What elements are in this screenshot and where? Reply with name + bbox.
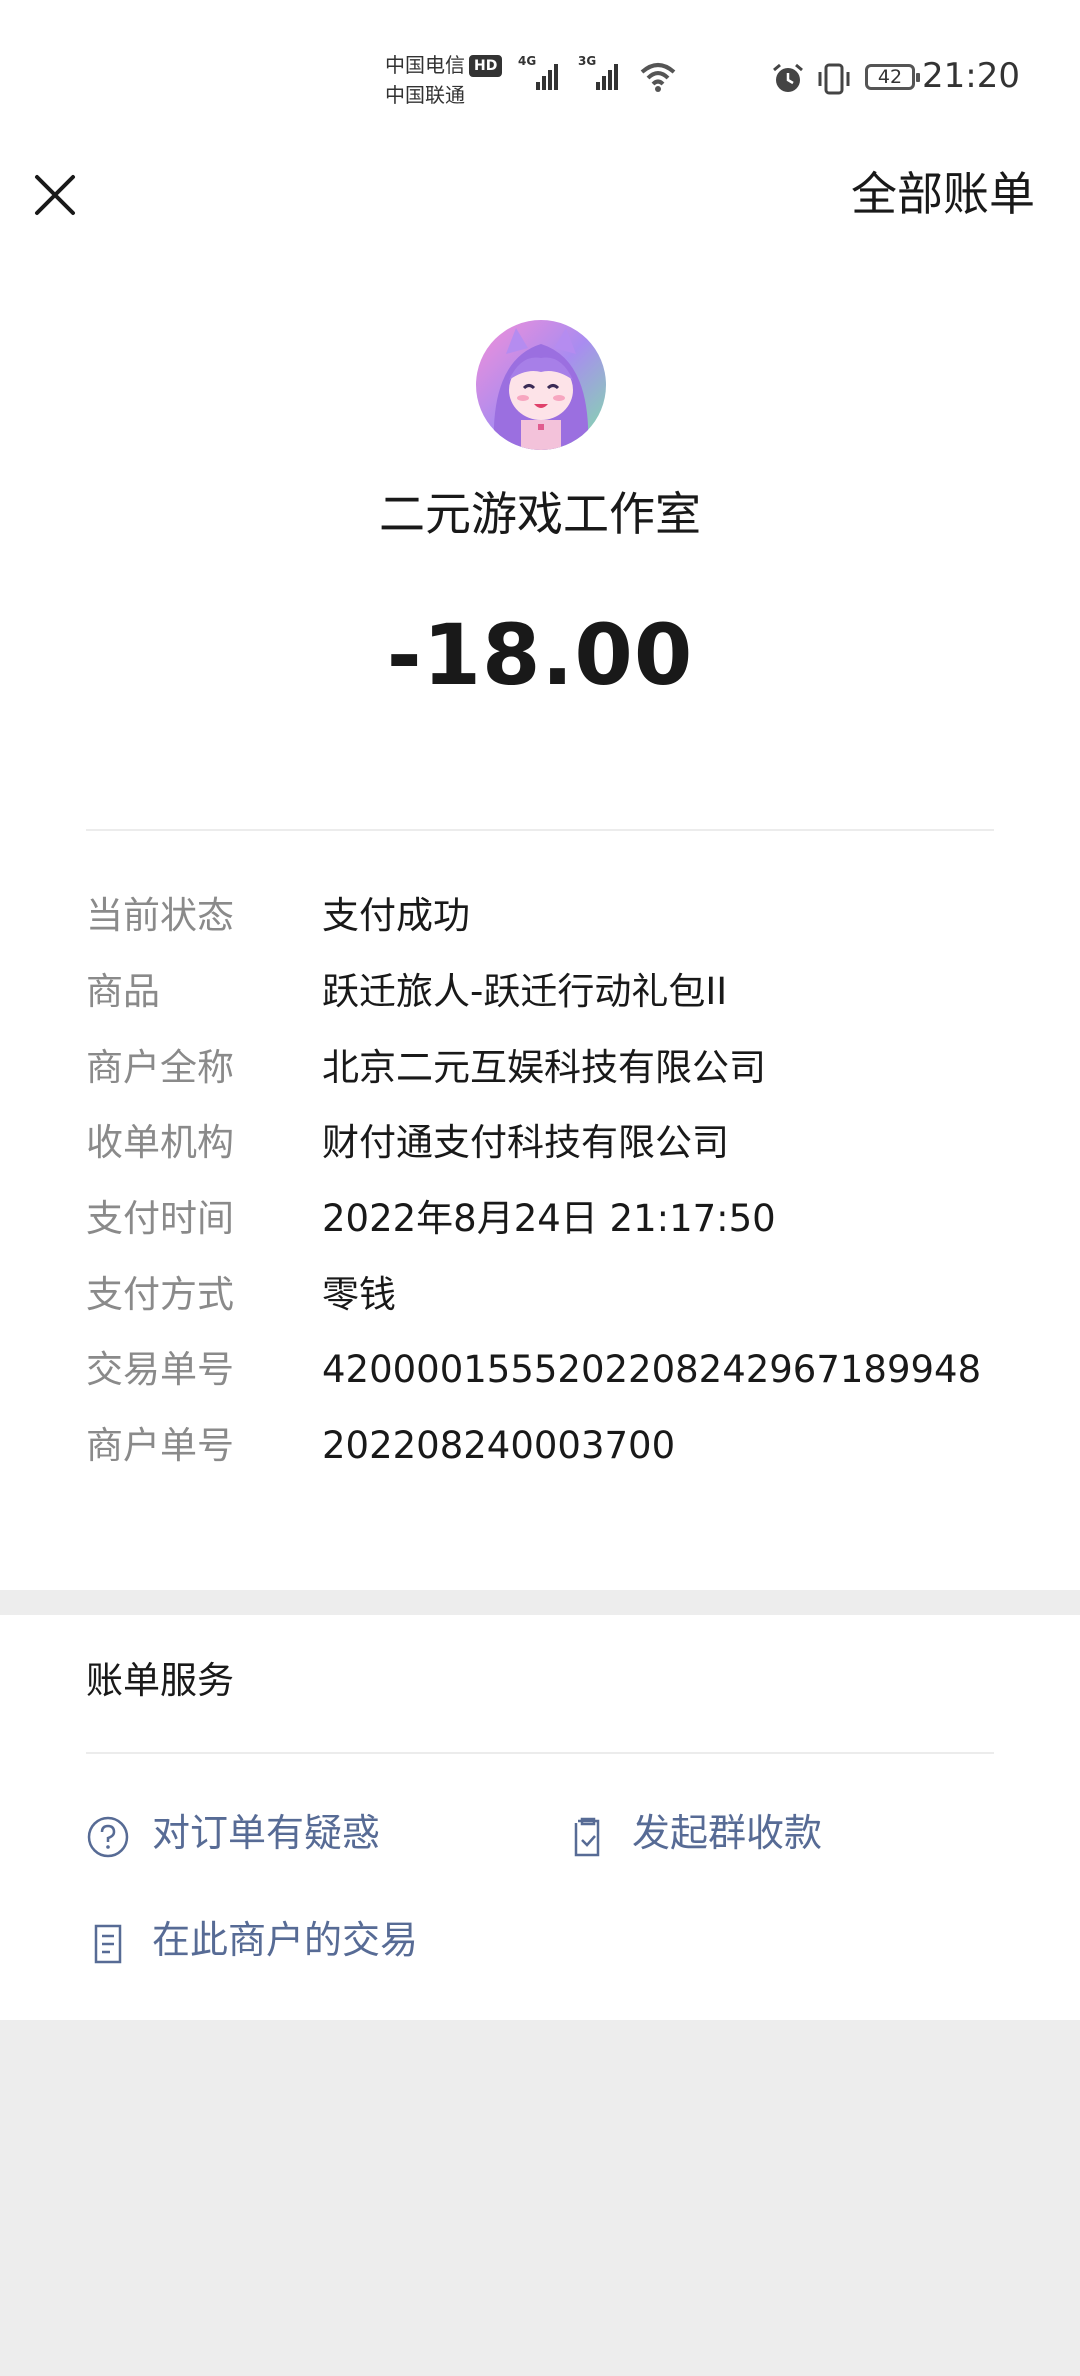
detail-row-pay-time: 支付时间 2022年8月24日 21:17:50 — [86, 1189, 1036, 1249]
merchant-avatar — [476, 320, 606, 450]
question-icon — [87, 1816, 129, 1858]
hd-badge: HD — [469, 55, 503, 77]
detail-value: 北京二元互娱科技有限公司 — [322, 1046, 766, 1089]
detail-label: 商户单号 — [86, 1424, 234, 1467]
divider — [86, 1752, 994, 1754]
battery-icon: 42 — [865, 64, 920, 90]
detail-label: 支付时间 — [86, 1197, 234, 1240]
alarm-icon — [773, 63, 803, 92]
detail-value: 支付成功 — [322, 894, 470, 937]
order-question-label: 对订单有疑惑 — [152, 1811, 381, 1855]
detail-label: 支付方式 — [86, 1273, 234, 1316]
group-collect-label: 发起群收款 — [632, 1811, 823, 1855]
bill-services: 账单服务 对订单有疑惑 发起群收款 在此商户的交易 — [0, 1615, 1080, 2020]
merchant-trades-label: 在此商户的交易 — [152, 1918, 419, 1962]
divider — [86, 829, 994, 831]
clock: 21:20 — [922, 56, 1020, 96]
nav-bar: 全部账单 — [0, 150, 1080, 260]
payment-amount: -18.00 — [386, 606, 694, 704]
detail-label: 交易单号 — [86, 1348, 234, 1391]
signal-icon-1: 4G — [518, 54, 568, 98]
detail-label: 商品 — [86, 970, 160, 1013]
network-type-1: 4G — [518, 54, 537, 68]
detail-row-product: 商品 跃迁旅人-跃迁行动礼包II — [86, 962, 1036, 1022]
document-icon — [94, 1924, 122, 1964]
close-icon[interactable] — [30, 170, 80, 220]
detail-row-merchant-order-id: 商户单号 202208240003700 — [86, 1416, 1036, 1476]
detail-value[interactable]: 4200001555202208242967189948 — [322, 1340, 981, 1400]
detail-label: 商户全称 — [86, 1046, 234, 1089]
status-bar: 中国电信 HD 中国联通 4G 3G 42 21:20 — [0, 0, 1080, 150]
detail-value: 零钱 — [322, 1273, 396, 1316]
network-type-2: 3G — [578, 54, 597, 68]
carrier-1: 中国电信 — [385, 53, 465, 77]
detail-value: 财付通支付科技有限公司 — [322, 1121, 729, 1164]
detail-row-acquirer: 收单机构 财付通支付科技有限公司 — [86, 1113, 1036, 1173]
wifi-icon — [640, 63, 676, 92]
detail-label: 收单机构 — [86, 1121, 234, 1164]
services-title: 账单服务 — [86, 1659, 234, 1702]
order-question-link[interactable]: 对订单有疑惑 — [86, 1803, 486, 1863]
detail-row-transaction-id: 交易单号 4200001555202208242967189948 — [86, 1340, 1036, 1400]
signal-icon-2: 3G — [578, 54, 628, 98]
detail-row-pay-method: 支付方式 零钱 — [86, 1265, 1036, 1325]
merchant-name: 二元游戏工作室 — [379, 487, 701, 541]
detail-value: 2022年8月24日 21:17:50 — [322, 1197, 776, 1240]
carrier-info: 中国电信 HD 中国联通 — [385, 50, 503, 110]
group-collect-icon — [574, 1817, 600, 1857]
carrier-2: 中国联通 — [385, 83, 465, 107]
detail-row-merchant-full-name: 商户全称 北京二元互娱科技有限公司 — [86, 1038, 1036, 1098]
group-collect-link[interactable]: 发起群收款 — [566, 1803, 966, 1863]
all-bills-link[interactable]: 全部账单 — [851, 162, 1035, 226]
detail-row-status: 当前状态 支付成功 — [86, 886, 1036, 946]
detail-label: 当前状态 — [86, 894, 234, 937]
merchant-trades-link[interactable]: 在此商户的交易 — [86, 1910, 586, 1970]
vibrate-icon — [818, 63, 850, 95]
detail-value: 跃迁旅人-跃迁行动礼包II — [322, 970, 728, 1013]
bill-detail-card: 二元游戏工作室 -18.00 当前状态 支付成功 商品 跃迁旅人-跃迁行动礼包I… — [0, 260, 1080, 1590]
detail-value[interactable]: 202208240003700 — [322, 1416, 675, 1476]
